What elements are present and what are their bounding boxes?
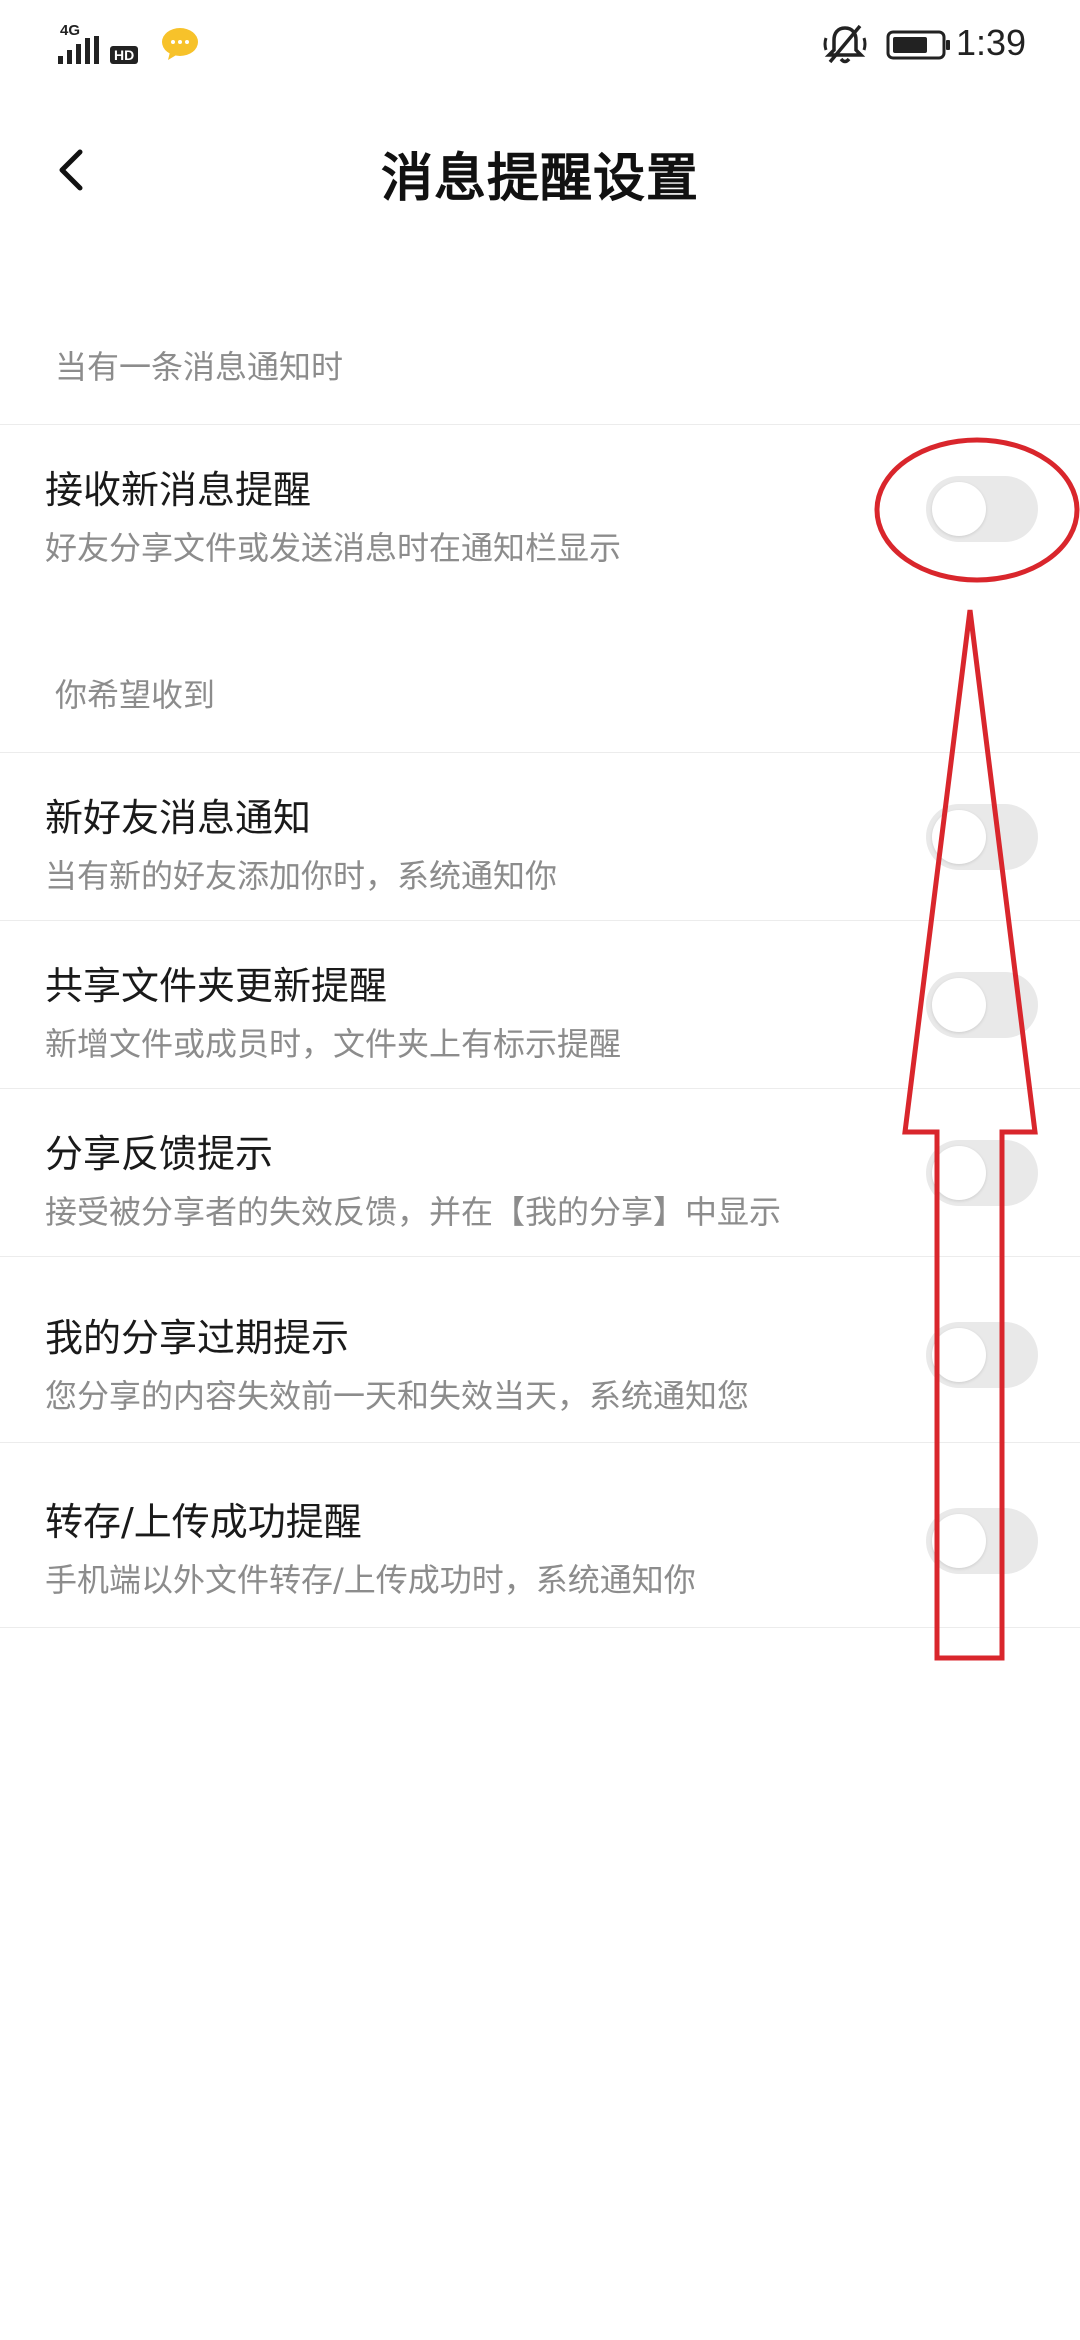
setting-row-transfer-upload: 转存/上传成功提醒 手机端以外文件转存/上传成功时，系统通知你 [0,1442,1080,1628]
hd-badge: HD [110,46,139,64]
toggle-knob [932,1328,986,1382]
setting-row-share-expiry: 我的分享过期提示 您分享的内容失效前一天和失效当天，系统通知您 [0,1256,1080,1442]
setting-title: 共享文件夹更新提醒 [45,964,388,1008]
setting-description: 新增文件或成员时，文件夹上有标示提醒 [45,1025,622,1063]
toggle-knob [932,978,986,1032]
toggle-knob [932,1146,986,1200]
setting-row-receive-new-message: 接收新消息提醒 好友分享文件或发送消息时在通知栏显示 [0,424,1080,592]
setting-row-shared-folder: 共享文件夹更新提醒 新增文件或成员时，文件夹上有标示提醒 [0,920,1080,1088]
toggle-knob [932,482,986,536]
shared-folder-toggle[interactable] [926,972,1038,1038]
setting-description: 当有新的好友添加你时，系统通知你 [45,857,558,895]
signal-icon [58,36,99,64]
toggle-knob [932,1514,986,1568]
setting-description: 接受被分享者的失效反馈，并在【我的分享】中显示 [45,1193,782,1231]
new-friend-toggle[interactable] [926,804,1038,870]
share-feedback-toggle[interactable] [926,1140,1038,1206]
page-title: 消息提醒设置 [380,149,699,209]
setting-title: 分享反馈提示 [45,1132,274,1176]
header-bar: 消息提醒设置 [0,110,1080,230]
setting-row-share-feedback: 分享反馈提示 接受被分享者的失效反馈，并在【我的分享】中显示 [0,1088,1080,1256]
setting-description: 您分享的内容失效前一天和失效当天，系统通知您 [45,1377,750,1415]
setting-title: 新好友消息通知 [45,796,312,840]
setting-title: 转存/上传成功提醒 [45,1500,362,1544]
chat-bubble-icon [162,28,198,60]
setting-description: 好友分享文件或发送消息时在通知栏显示 [45,529,622,567]
clock: 1:39 [956,22,1027,63]
receive-new-message-toggle[interactable] [926,476,1038,542]
section-header-you-wish-to-receive: 你希望收到 [55,676,216,714]
toggle-knob [932,810,986,864]
setting-title: 接收新消息提醒 [45,468,312,512]
status-left: 4G HD [56,22,152,66]
mute-bell-icon [823,24,867,64]
setting-description: 手机端以外文件转存/上传成功时，系统通知你 [45,1561,696,1599]
section-header-current-notification: 当有一条消息通知时 [55,348,344,386]
setting-row-new-friend: 新好友消息通知 当有新的好友添加你时，系统通知你 [0,752,1080,920]
share-expiry-toggle[interactable] [926,1322,1038,1388]
status-bar: 4G HD 1:39 [0,0,1080,90]
setting-title: 我的分享过期提示 [45,1316,350,1360]
network-indicator: 4G HD [56,22,152,66]
battery-icon [886,30,950,60]
transfer-upload-toggle[interactable] [926,1508,1038,1574]
